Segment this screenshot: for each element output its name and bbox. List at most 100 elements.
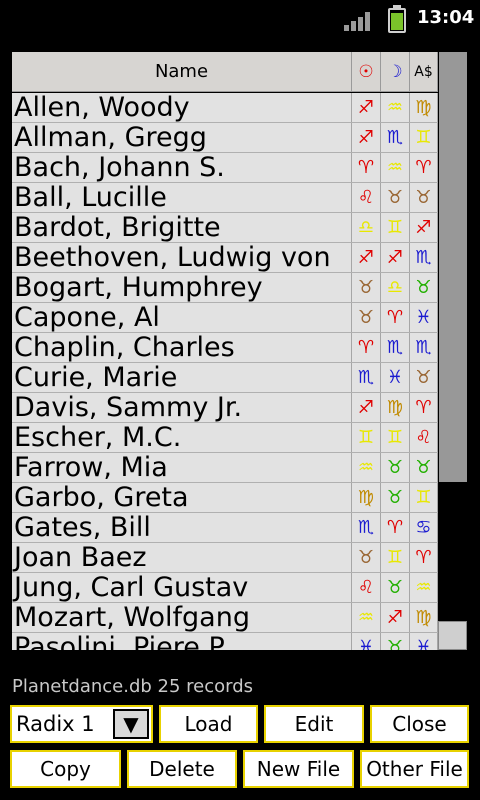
table-body: Allen, Woody ♐ ♒ ♍ Allman, Gregg ♐ ♏ ♊ Bach, Joh… [12,93,438,650]
close-button[interactable]: Close [370,705,469,743]
table-row[interactable]: Pasolini, Piere P. ♓ ♉ ♓ [12,633,438,650]
records-table[interactable]: Name ☉ ☽ A$ Allen, Woody ♐ ♒ ♍ Allman, Gregg… [12,52,467,650]
header-moon-icon[interactable]: ☽ [381,52,410,92]
status-bar: 13:04 [0,0,480,38]
row-name: Gates, Bill [12,513,352,542]
row-sun-sign-icon: ♉ [352,303,381,332]
battery-icon [388,5,406,33]
row-asc-sign-icon: ♌ [410,423,438,452]
row-moon-sign-icon: ♐ [381,603,410,632]
table-row[interactable]: Farrow, Mia ♒ ♉ ♉ [12,453,438,483]
row-name: Mozart, Wolfgang [12,603,352,632]
table-row[interactable]: Bardot, Brigitte ♎ ♊ ♐ [12,213,438,243]
row-name: Chaplin, Charles [12,333,352,362]
row-sun-sign-icon: ♐ [352,243,381,272]
table-row[interactable]: Jung, Carl Gustav ♌ ♉ ♒ [12,573,438,603]
row-name: Escher, M.C. [12,423,352,452]
row-name: Allen, Woody [12,93,352,122]
row-sun-sign-icon: ♎ [352,213,381,242]
radix-select[interactable]: Radix 1 ▼ [10,705,153,743]
row-sun-sign-icon: ♈ [352,153,381,182]
table-row[interactable]: Bogart, Humphrey ♉ ♎ ♉ [12,273,438,303]
row-moon-sign-icon: ♊ [381,423,410,452]
row-sun-sign-icon: ♉ [352,273,381,302]
load-button[interactable]: Load [159,705,258,743]
new-file-button[interactable]: New File [243,750,354,788]
row-sun-sign-icon: ♈ [352,333,381,362]
table-row[interactable]: Ball, Lucille ♌ ♉ ♉ [12,183,438,213]
header-ascendant[interactable]: A$ [410,52,438,92]
row-asc-sign-icon: ♓ [410,633,438,650]
vertical-scrollbar[interactable] [439,52,467,482]
table-row[interactable]: Bach, Johann S. ♈ ♒ ♈ [12,153,438,183]
row-moon-sign-icon: ♈ [381,303,410,332]
row-sun-sign-icon: ♐ [352,123,381,152]
row-sun-sign-icon: ♊ [352,423,381,452]
row-asc-sign-icon: ♈ [410,393,438,422]
row-moon-sign-icon: ♉ [381,633,410,650]
row-name: Davis, Sammy Jr. [12,393,352,422]
row-moon-sign-icon: ♒ [381,153,410,182]
table-row[interactable]: Allman, Gregg ♐ ♏ ♊ [12,123,438,153]
copy-button[interactable]: Copy [10,750,121,788]
row-sun-sign-icon: ♉ [352,543,381,572]
row-moon-sign-icon: ♒ [381,93,410,122]
table-row[interactable]: Davis, Sammy Jr. ♐ ♍ ♈ [12,393,438,423]
row-asc-sign-icon: ♒ [410,573,438,602]
dropdown-arrow-icon[interactable]: ▼ [113,709,149,739]
table-row[interactable]: Gates, Bill ♏ ♈ ♋ [12,513,438,543]
table-row[interactable]: Joan Baez ♉ ♊ ♈ [12,543,438,573]
row-name: Bach, Johann S. [12,153,352,182]
database-status: Planetdance.db 25 records [12,676,254,697]
row-asc-sign-icon: ♊ [410,483,438,512]
row-sun-sign-icon: ♏ [352,363,381,392]
header-name[interactable]: Name [12,52,352,92]
radix-select-value: Radix 1 [16,712,95,736]
table-row[interactable]: Chaplin, Charles ♈ ♏ ♏ [12,333,438,363]
row-name: Pasolini, Piere P. [12,633,352,650]
row-sun-sign-icon: ♓ [352,633,381,650]
table-row[interactable]: Allen, Woody ♐ ♒ ♍ [12,93,438,123]
row-name: Garbo, Greta [12,483,352,512]
table-row[interactable]: Garbo, Greta ♍ ♉ ♊ [12,483,438,513]
row-sun-sign-icon: ♒ [352,453,381,482]
row-sun-sign-icon: ♌ [352,573,381,602]
table-row[interactable]: Beethoven, Ludwig von ♐ ♐ ♏ [12,243,438,273]
row-asc-sign-icon: ♍ [410,93,438,122]
row-asc-sign-icon: ♏ [410,243,438,272]
header-sun-icon[interactable]: ☉ [352,52,381,92]
row-moon-sign-icon: ♏ [381,123,410,152]
row-sun-sign-icon: ♌ [352,183,381,212]
row-moon-sign-icon: ♈ [381,513,410,542]
row-moon-sign-icon: ♉ [381,453,410,482]
row-name: Capone, Al [12,303,352,332]
delete-button[interactable]: Delete [127,750,237,788]
row-asc-sign-icon: ♉ [410,363,438,392]
other-file-button[interactable]: Other File [360,750,469,788]
table-row[interactable]: Curie, Marie ♏ ♓ ♉ [12,363,438,393]
table-row[interactable]: Capone, Al ♉ ♈ ♓ [12,303,438,333]
row-asc-sign-icon: ♈ [410,153,438,182]
row-moon-sign-icon: ♏ [381,333,410,362]
row-sun-sign-icon: ♐ [352,93,381,122]
edit-button[interactable]: Edit [264,705,364,743]
row-asc-sign-icon: ♋ [410,513,438,542]
scroll-corner-handle[interactable] [438,621,467,650]
signal-icon [344,11,376,31]
row-moon-sign-icon: ♊ [381,213,410,242]
row-moon-sign-icon: ♉ [381,483,410,512]
row-asc-sign-icon: ♐ [410,213,438,242]
row-moon-sign-icon: ♐ [381,243,410,272]
table-row[interactable]: Escher, M.C. ♊ ♊ ♌ [12,423,438,453]
row-asc-sign-icon: ♓ [410,303,438,332]
table-row[interactable]: Mozart, Wolfgang ♒ ♐ ♍ [12,603,438,633]
row-name: Bogart, Humphrey [12,273,352,302]
row-moon-sign-icon: ♓ [381,363,410,392]
row-asc-sign-icon: ♉ [410,453,438,482]
row-moon-sign-icon: ♉ [381,573,410,602]
status-clock: 13:04 [417,7,475,28]
row-asc-sign-icon: ♏ [410,333,438,362]
row-sun-sign-icon: ♍ [352,483,381,512]
row-asc-sign-icon: ♍ [410,603,438,632]
row-name: Beethoven, Ludwig von [12,243,352,272]
